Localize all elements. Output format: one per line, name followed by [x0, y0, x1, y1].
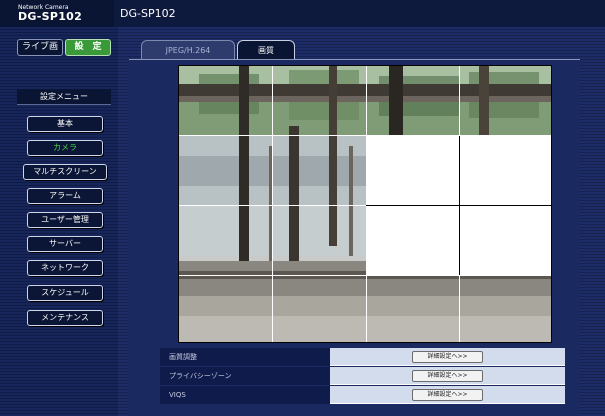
row-value: 詳細設定へ>>: [330, 367, 565, 385]
menu-item-alarm[interactable]: アラーム: [27, 188, 103, 204]
grid-line: [179, 275, 551, 276]
page-title: DG-SP102: [120, 7, 176, 20]
row-label: プライバシーゾーン: [160, 367, 330, 385]
settings-row-image-adjust: 画質調整 詳細設定へ>>: [160, 348, 565, 366]
settings-table: 画質調整 詳細設定へ>> プライバシーゾーン 詳細設定へ>> VIQS 詳細設定…: [160, 348, 565, 406]
image-adjust-detail-button[interactable]: 詳細設定へ>>: [412, 351, 483, 363]
header-bar: Network Camera DG-SP102 DG-SP102: [0, 0, 605, 27]
row-label: VIQS: [160, 386, 330, 404]
row-label: 画質調整: [160, 348, 330, 366]
menu-item-schedule[interactable]: スケジュール: [27, 285, 103, 301]
grid-line: [459, 136, 460, 275]
menu-item-user-management[interactable]: ユーザー管理: [27, 212, 103, 228]
grid-line: [179, 135, 551, 136]
brand-model-name: DG-SP102: [18, 10, 83, 23]
row-value: 詳細設定へ>>: [330, 386, 565, 404]
settings-row-privacy-zone: プライバシーゾーン 詳細設定へ>>: [160, 367, 565, 385]
settings-row-viqs: VIQS 詳細設定へ>>: [160, 386, 565, 404]
settings-menu-title: 設定メニュー: [17, 89, 111, 105]
menu-item-network[interactable]: ネットワーク: [27, 260, 103, 276]
privacy-zone-detail-button[interactable]: 詳細設定へ>>: [412, 370, 483, 382]
menu-item-server[interactable]: サーバー: [27, 236, 103, 252]
viqs-detail-button[interactable]: 詳細設定へ>>: [412, 389, 483, 401]
camera-preview[interactable]: [178, 65, 552, 343]
brand-block: Network Camera DG-SP102: [0, 0, 114, 27]
setup-tab[interactable]: 設 定: [65, 39, 111, 56]
menu-item-camera[interactable]: カメラ: [27, 140, 103, 156]
menu-item-basic[interactable]: 基本: [27, 116, 103, 132]
menu-item-maintenance[interactable]: メンテナンス: [27, 310, 103, 326]
live-view-tab[interactable]: ライブ画: [17, 39, 63, 56]
tab-image-quality[interactable]: 画質: [237, 40, 295, 60]
tab-jpeg-h264[interactable]: JPEG/H.264: [141, 40, 235, 59]
row-value: 詳細設定へ>>: [330, 348, 565, 366]
menu-item-multiscreen[interactable]: マルチスクリーン: [23, 164, 107, 180]
